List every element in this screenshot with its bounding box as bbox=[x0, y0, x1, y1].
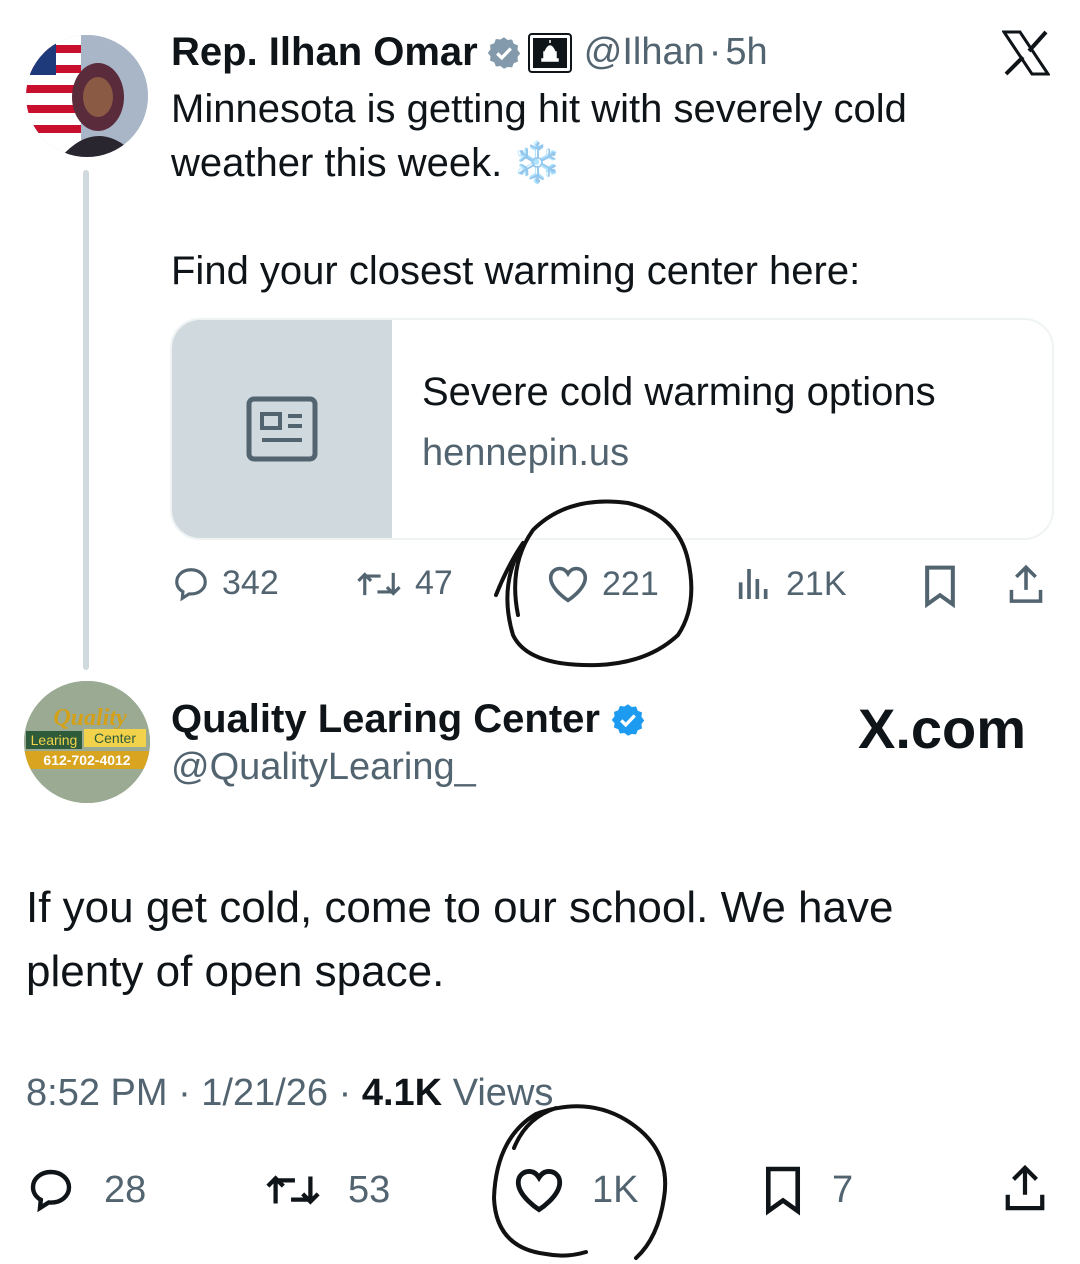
share-button[interactable] bbox=[1006, 564, 1058, 606]
repost-button[interactable]: 53 bbox=[264, 1166, 390, 1214]
heart-icon bbox=[548, 566, 588, 603]
tweet-text-line: weather this week. bbox=[171, 141, 503, 185]
post-time[interactable]: 5h bbox=[725, 31, 767, 74]
avatar-phone: 612-702-4012 bbox=[43, 752, 130, 768]
like-button[interactable]: 1K bbox=[512, 1166, 638, 1214]
watermark: X.com bbox=[858, 697, 1027, 760]
article-icon bbox=[246, 396, 318, 462]
like-count: 1K bbox=[592, 1168, 639, 1211]
bookmark-button[interactable] bbox=[920, 564, 972, 608]
author-handle[interactable]: @QualityLearing_ bbox=[171, 746, 476, 789]
share-button[interactable] bbox=[1002, 1164, 1060, 1214]
tweet-text-line: Find your closest warming center here: bbox=[171, 249, 861, 293]
reply-icon bbox=[30, 1169, 72, 1213]
like-button[interactable]: 221 bbox=[546, 564, 659, 604]
reply-button[interactable]: 342 bbox=[172, 564, 279, 603]
bookmark-icon bbox=[765, 1166, 801, 1216]
bookmark-icon bbox=[925, 565, 955, 608]
repost-count: 47 bbox=[415, 564, 453, 602]
reply-count: 342 bbox=[222, 564, 279, 602]
government-affiliation-icon bbox=[527, 32, 572, 73]
avatar-label: Center bbox=[94, 730, 136, 746]
card-thumbnail bbox=[172, 320, 392, 538]
reply-button[interactable]: 28 bbox=[26, 1166, 146, 1214]
like-count: 221 bbox=[602, 564, 659, 603]
verified-badge-icon bbox=[486, 35, 522, 71]
timestamp[interactable]: 8:52 PM · 1/21/26 · bbox=[26, 1072, 351, 1114]
thread-line bbox=[83, 170, 89, 670]
reply-count: 28 bbox=[104, 1168, 147, 1211]
verified-badge-icon bbox=[610, 702, 646, 738]
views-count: 4.1K bbox=[361, 1072, 443, 1114]
link-card[interactable]: Severe cold warming options hennepin.us bbox=[170, 318, 1054, 540]
heart-icon bbox=[515, 1169, 563, 1213]
card-domain: hennepin.us bbox=[422, 432, 630, 474]
author-name[interactable]: Quality Learing Center bbox=[171, 697, 600, 742]
avatar-label: Learing bbox=[31, 732, 78, 748]
bookmark-button[interactable]: 7 bbox=[762, 1164, 853, 1216]
view-count: 21K bbox=[786, 564, 847, 603]
snowflake-emoji: ❄️ bbox=[512, 141, 563, 185]
bookmark-count: 7 bbox=[832, 1168, 854, 1211]
views-label: Views bbox=[452, 1072, 554, 1114]
share-icon bbox=[1009, 564, 1043, 603]
repost-count: 53 bbox=[348, 1168, 391, 1211]
tweet-text-line: If you get cold, come to our school. We … bbox=[26, 883, 894, 932]
repost-button[interactable]: 47 bbox=[355, 564, 453, 603]
avatar[interactable]: Quality Learing Center 612-702-4012 bbox=[24, 681, 150, 803]
avatar-brand: Quality bbox=[53, 705, 127, 731]
reply-icon bbox=[175, 567, 207, 601]
avatar[interactable] bbox=[26, 35, 148, 157]
separator-dot: · bbox=[708, 31, 722, 73]
tweet-text-line: Minnesota is getting hit with severely c… bbox=[171, 87, 907, 131]
card-title: Severe cold warming options bbox=[422, 370, 936, 414]
author-handle[interactable]: @Ilhan bbox=[584, 31, 705, 74]
share-icon bbox=[1005, 1164, 1045, 1211]
repost-icon bbox=[357, 571, 401, 596]
author-name[interactable]: Rep. Ilhan Omar bbox=[171, 30, 478, 75]
repost-icon bbox=[266, 1175, 320, 1205]
tweet-text-line: plenty of open space. bbox=[26, 947, 445, 996]
views-icon bbox=[738, 569, 768, 599]
views-button[interactable]: 21K bbox=[734, 564, 847, 604]
x-logo-icon[interactable] bbox=[1001, 30, 1051, 81]
